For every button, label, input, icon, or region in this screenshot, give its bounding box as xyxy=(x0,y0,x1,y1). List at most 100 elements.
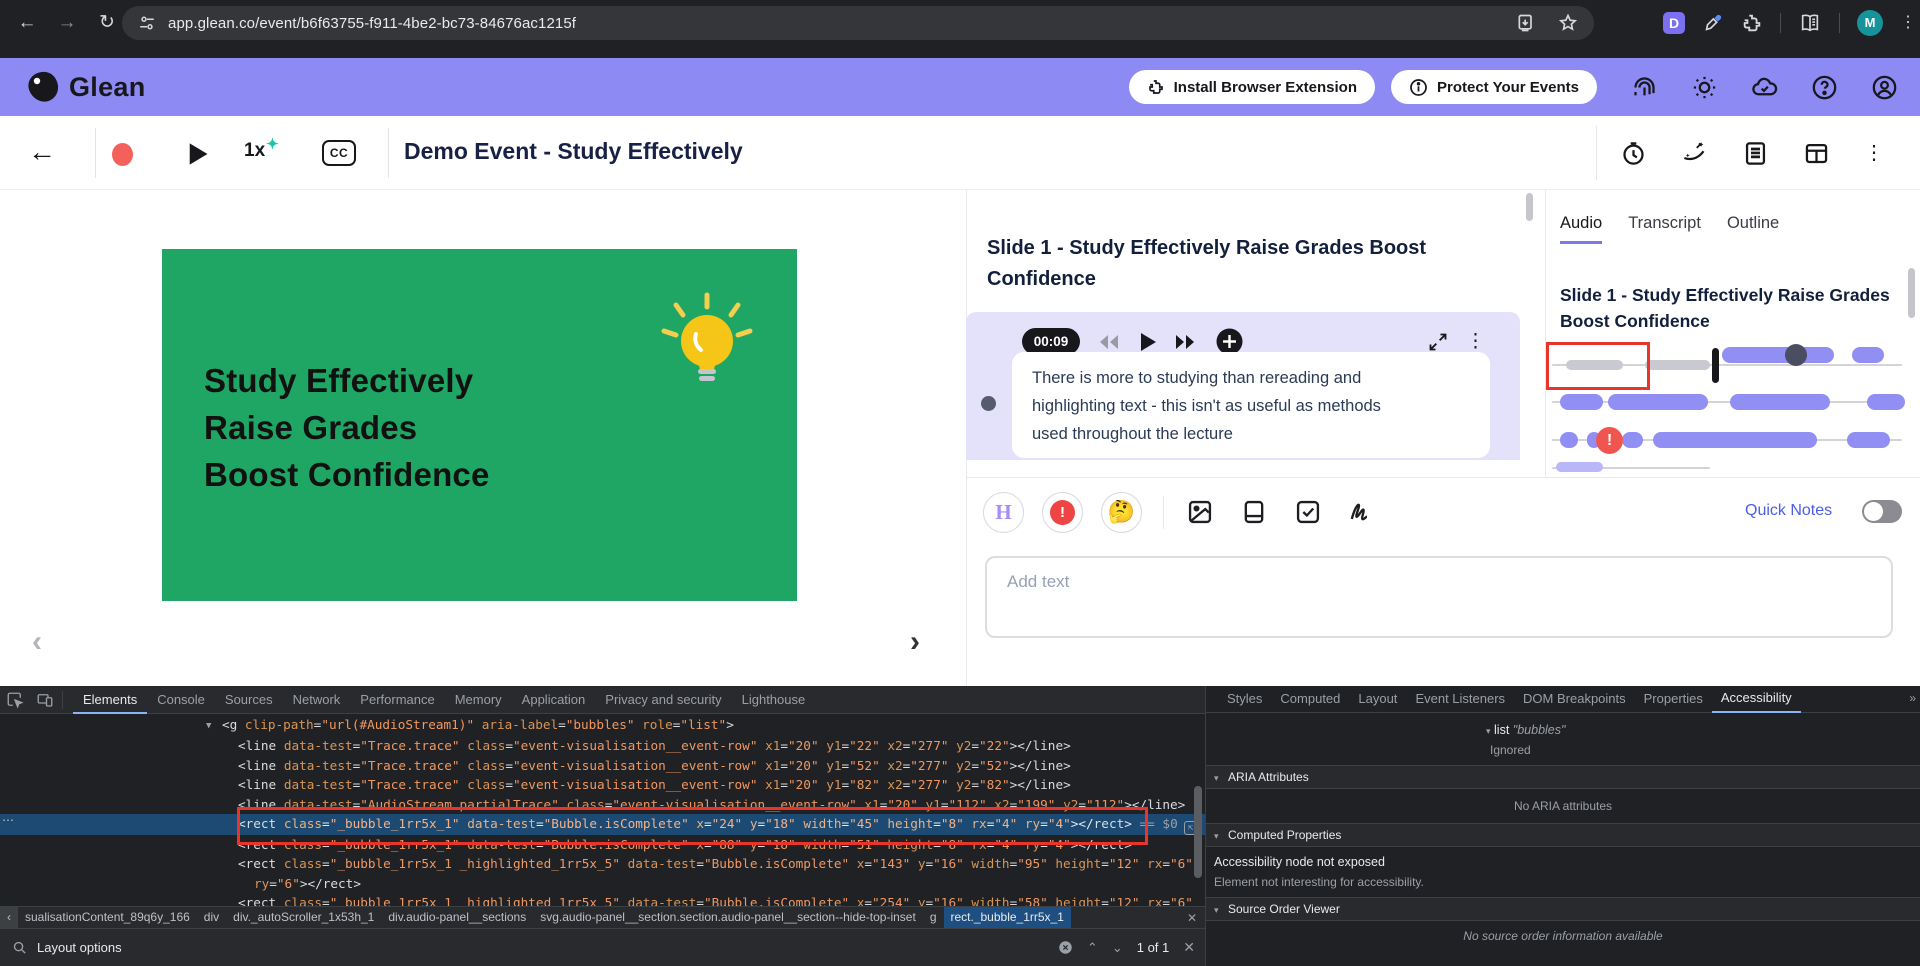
tab-event-listeners[interactable]: Event Listeners xyxy=(1406,686,1514,712)
audio-bubble[interactable] xyxy=(1608,394,1708,410)
audio-bubble[interactable] xyxy=(1867,394,1905,410)
fingerprint-icon[interactable] xyxy=(1631,74,1658,101)
breadcrumb-item[interactable]: div.audio-panel__sections xyxy=(381,907,533,928)
tab-sources[interactable]: Sources xyxy=(215,686,283,714)
play-button[interactable] xyxy=(186,141,210,167)
rewind-button[interactable] xyxy=(1096,328,1122,355)
magic-sparkle-icon[interactable] xyxy=(1681,140,1708,167)
playhead[interactable] xyxy=(1712,348,1719,383)
quick-notes-toggle[interactable] xyxy=(1862,500,1902,523)
a11y-tree-node[interactable]: ▾ list "bubbles" xyxy=(1206,721,1920,739)
url-text[interactable]: app.glean.co/event/b6f63755-f911-4be2-bc… xyxy=(168,15,576,32)
breadcrumb-item[interactable]: div._autoScroller_1x53h_1 xyxy=(226,907,381,928)
theme-sun-icon[interactable] xyxy=(1691,74,1718,101)
code-scrollbar[interactable] xyxy=(1194,786,1202,878)
tab-console[interactable]: Console xyxy=(147,686,215,714)
node-more-actions[interactable]: ⋯ xyxy=(2,813,15,827)
computed-properties-section-header[interactable]: ▾Computed Properties xyxy=(1206,823,1920,847)
dom-node[interactable]: <line data-test="Trace.trace" class="eve… xyxy=(0,775,1205,794)
next-slide-chevron[interactable]: › xyxy=(900,625,930,659)
audio-bubble[interactable] xyxy=(1645,360,1710,370)
reading-list-icon[interactable] xyxy=(1798,12,1822,34)
audio-bubble[interactable] xyxy=(1560,432,1578,448)
tab-layout[interactable]: Layout xyxy=(1349,686,1406,712)
browser-forward-icon[interactable]: → xyxy=(54,10,80,36)
record-button[interactable] xyxy=(112,143,133,166)
tab-lighthouse[interactable]: Lighthouse xyxy=(732,686,816,714)
help-icon[interactable] xyxy=(1811,74,1838,101)
install-app-icon[interactable] xyxy=(1516,13,1536,33)
tab-properties[interactable]: Properties xyxy=(1635,686,1712,712)
tab-accessibility[interactable]: Accessibility xyxy=(1712,685,1801,713)
tab-network[interactable]: Network xyxy=(283,686,351,714)
breadcrumb-item[interactable]: div xyxy=(197,907,226,928)
fast-forward-button[interactable] xyxy=(1172,328,1198,355)
inspect-element-icon[interactable] xyxy=(6,691,24,709)
tab-performance[interactable]: Performance xyxy=(350,686,444,714)
playback-speed[interactable]: 1x✦ xyxy=(244,140,278,162)
eyedropper-icon[interactable] xyxy=(1702,12,1724,34)
back-arrow-icon[interactable]: ← xyxy=(28,136,56,168)
audio-bubble[interactable] xyxy=(1622,432,1643,448)
tab-elements[interactable]: Elements xyxy=(73,686,147,714)
search-prev-icon[interactable]: ⌃ xyxy=(1087,940,1098,956)
protect-events-button[interactable]: Protect Your Events xyxy=(1391,70,1597,104)
profile-avatar[interactable]: M xyxy=(1857,10,1883,36)
player-play-button[interactable] xyxy=(1138,328,1158,355)
breadcrumb-item[interactable]: svg.audio-panel__section.section.audio-p… xyxy=(533,907,923,928)
captions-button[interactable]: CC xyxy=(322,140,356,166)
extension-d-icon[interactable]: D xyxy=(1663,12,1685,34)
tab-application[interactable]: Application xyxy=(512,686,596,714)
dom-node[interactable]: <line data-test="Trace.trace" class="eve… xyxy=(0,736,1205,755)
browser-back-icon[interactable]: ← xyxy=(14,10,40,36)
install-extension-button[interactable]: Install Browser Extension xyxy=(1129,70,1375,104)
tab-computed[interactable]: Computed xyxy=(1271,686,1349,712)
breadcrumb-item[interactable]: sualisationContent_89q6y_166 xyxy=(18,907,197,928)
account-icon[interactable] xyxy=(1871,74,1898,101)
history-timer-icon[interactable] xyxy=(1620,140,1647,167)
transcript-card[interactable]: There is more to studying than rereading… xyxy=(1012,352,1490,458)
audio-bubble[interactable] xyxy=(1722,347,1834,363)
glean-logo[interactable]: Glean xyxy=(26,70,146,104)
aria-attributes-section-header[interactable]: ▾ARIA Attributes xyxy=(1206,765,1920,789)
dom-node[interactable]: ▼<g clip-path="url(#AudioStream1)" aria-… xyxy=(0,715,1205,736)
source-order-viewer-section-header[interactable]: ▾Source Order Viewer xyxy=(1206,897,1920,921)
breadcrumb-close-icon[interactable]: ✕ xyxy=(1179,911,1205,925)
audio-bubble[interactable] xyxy=(1653,432,1817,448)
layout-panel-icon[interactable] xyxy=(1803,140,1830,167)
dom-node[interactable]: <rect class="_bubble_1rr5x_1 _highlighte… xyxy=(0,854,1205,873)
cloud-sync-icon[interactable] xyxy=(1751,74,1778,101)
scribble-pen-icon[interactable] xyxy=(1346,498,1374,526)
breadcrumb-item[interactable]: g xyxy=(923,907,944,928)
audio-bubble[interactable] xyxy=(1556,462,1603,472)
review-label-button[interactable]: 🤔 xyxy=(1101,492,1142,533)
prev-slide-chevron[interactable]: ‹ xyxy=(22,625,52,659)
expand-button[interactable] xyxy=(1428,328,1448,355)
heading-label-button[interactable]: H xyxy=(983,492,1024,533)
notes-document-icon[interactable] xyxy=(1742,140,1769,167)
audio-panel-scrollbar[interactable] xyxy=(1908,268,1915,318)
clear-search-icon[interactable] xyxy=(1058,940,1073,955)
note-input[interactable]: Add text xyxy=(985,556,1893,638)
audio-bubble[interactable] xyxy=(1852,347,1884,363)
bookmark-star-icon[interactable] xyxy=(1558,13,1578,33)
task-checkbox-icon[interactable] xyxy=(1294,498,1322,526)
omnibox[interactable]: app.glean.co/event/b6f63755-f911-4be2-bc… xyxy=(122,6,1594,40)
audio-bubble[interactable] xyxy=(1730,394,1830,410)
extensions-puzzle-icon[interactable] xyxy=(1741,12,1763,34)
more-tabs-icon[interactable]: » xyxy=(1909,691,1916,705)
audio-bubble[interactable] xyxy=(1847,432,1890,448)
tab-dom-breakpoints[interactable]: DOM Breakpoints xyxy=(1514,686,1635,712)
bubble-marker-dot[interactable] xyxy=(1785,344,1807,366)
breadcrumb-scroll-left[interactable]: ‹ xyxy=(0,907,18,929)
tab-memory[interactable]: Memory xyxy=(445,686,512,714)
panel-scrollbar[interactable] xyxy=(1526,193,1533,221)
insert-image-icon[interactable] xyxy=(1186,498,1214,526)
browser-reload-icon[interactable]: ↻ xyxy=(94,10,120,36)
dom-node[interactable]: <rect class="_bubble_1rr5x_1 _highlighte… xyxy=(0,893,1205,906)
flashcard-icon[interactable] xyxy=(1240,498,1268,526)
error-marker-icon[interactable]: ! xyxy=(1596,427,1623,454)
important-label-button[interactable]: ! xyxy=(1042,492,1083,533)
audio-bubble[interactable] xyxy=(1560,394,1603,410)
breadcrumb-item[interactable]: rect._bubble_1rr5x_1 xyxy=(944,907,1071,928)
